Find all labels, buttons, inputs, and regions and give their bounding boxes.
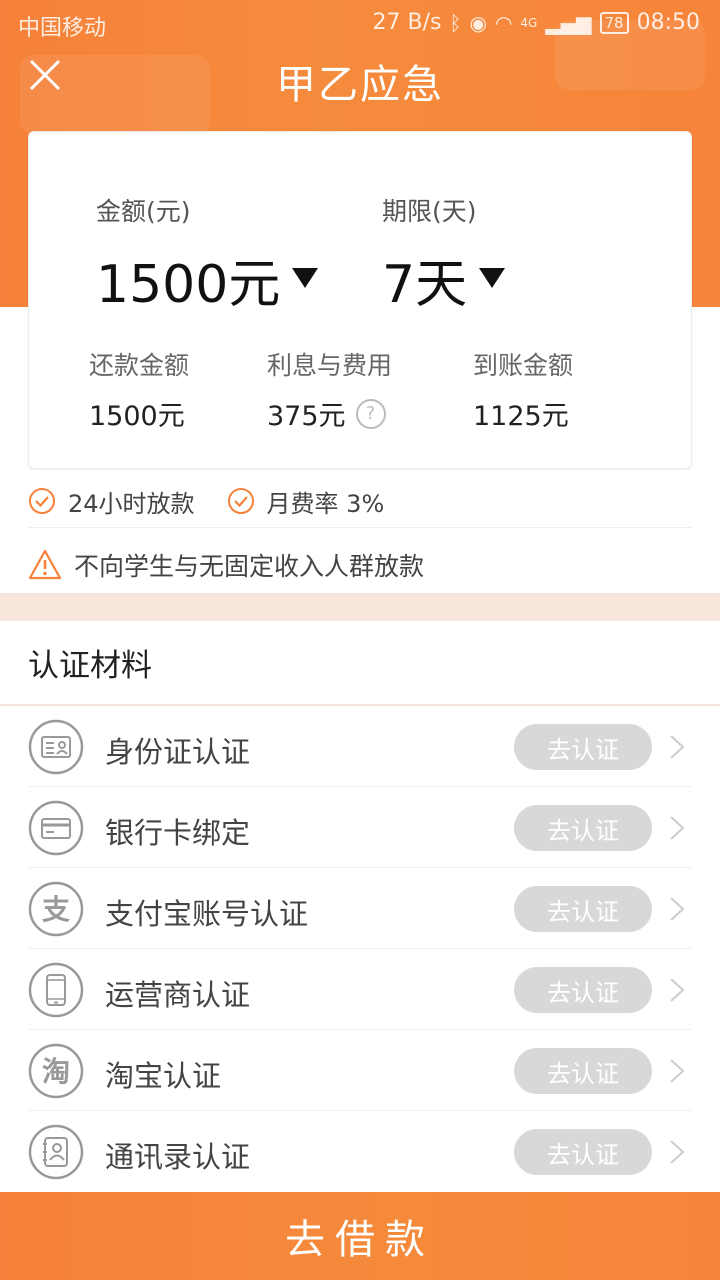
auth-label: 身份证认证 (105, 735, 251, 769)
auth-label: 支付宝账号认证 (105, 897, 309, 931)
check-circle-icon (29, 488, 55, 514)
receive-label: 到账金额 (473, 351, 574, 380)
warning-notice: 不向学生与无固定收入人群放款 (28, 540, 692, 590)
loan-card: 金额(元) 1500元 期限(天) 7天 还款金额 1500元 利息与费用 37… (28, 131, 692, 469)
taobao-glyph: 淘 (42, 1055, 70, 1088)
feature-text: 24小时放款 (68, 489, 195, 518)
auth-label: 运营商认证 (105, 978, 251, 1012)
verify-button[interactable]: 去认证 (514, 1129, 652, 1175)
verify-button[interactable]: 去认证 (514, 1048, 652, 1094)
feature-item: 月费率 3% (227, 484, 385, 519)
feature-list: 24小时放款 月费率 3% (28, 475, 692, 528)
auth-item-contacts[interactable]: 通讯录认证 去认证 (28, 1112, 692, 1192)
fee-label: 利息与费用 (267, 351, 393, 380)
chevron-right-icon[interactable] (668, 1138, 686, 1166)
bank-card-icon (28, 800, 84, 856)
section-divider (0, 593, 720, 621)
feature-item: 24小时放款 (28, 484, 195, 519)
verify-button[interactable]: 去认证 (514, 805, 652, 851)
auth-item-carrier[interactable]: 运营商认证 去认证 (28, 950, 692, 1030)
chevron-right-icon[interactable] (668, 1057, 686, 1085)
carrier-name: 中国移动 (18, 16, 107, 41)
warning-text: 不向学生与无固定收入人群放款 (74, 552, 425, 581)
auth-label: 银行卡绑定 (105, 816, 251, 850)
amount-selector[interactable]: 金额(元) 1500元 (96, 192, 319, 317)
warning-icon (28, 549, 62, 580)
repay-amount: 还款金额 1500元 (89, 346, 189, 433)
taobao-icon: 淘 (28, 1043, 84, 1099)
verify-button[interactable]: 去认证 (514, 886, 652, 932)
receive-value: 1125元 (473, 401, 569, 432)
interest-fee: 利息与费用 375元 ? (267, 346, 392, 433)
page-title: 甲乙应急 (276, 62, 444, 108)
auth-label: 通讯录认证 (105, 1140, 251, 1174)
term-label: 期限(天) (382, 197, 477, 226)
signal-icon: ▂▄▆ (545, 10, 592, 35)
alipay-icon: 支 (28, 881, 84, 937)
auth-item-taobao[interactable]: 淘 淘宝认证 去认证 (28, 1031, 692, 1111)
clock: 08:50 (636, 10, 700, 35)
auth-item-bank-card[interactable]: 银行卡绑定 去认证 (28, 788, 692, 868)
status-bar: 中国移动 27 B/s ᛒ ◉ ◠ 4G ▂▄▆ 78 08:50 (0, 0, 720, 50)
amount-value: 1500元 (96, 255, 281, 315)
phone-icon (28, 962, 84, 1018)
section-line (0, 704, 720, 706)
fee-value: 375元 (267, 401, 346, 432)
auth-item-id-card[interactable]: 身份证认证 去认证 (28, 707, 692, 787)
alipay-glyph: 支 (42, 893, 70, 926)
help-icon[interactable]: ? (355, 398, 386, 429)
amount-label: 金额(元) (96, 197, 191, 226)
bluetooth-icon: ᛒ (449, 10, 462, 35)
repay-label: 还款金额 (89, 351, 190, 380)
chevron-right-icon[interactable] (668, 814, 686, 842)
repay-value: 1500元 (89, 401, 185, 432)
network-speed: 27 B/s (372, 10, 442, 35)
id-card-icon (28, 719, 84, 775)
network-type: 4G (520, 15, 538, 30)
chevron-right-icon[interactable] (668, 733, 686, 761)
contacts-icon (28, 1124, 84, 1180)
borrow-button[interactable]: 去借款 (0, 1192, 720, 1280)
verify-button[interactable]: 去认证 (514, 724, 652, 770)
section-title: 认证材料 (28, 648, 152, 684)
feature-text: 月费率 3% (266, 489, 385, 518)
auth-item-alipay[interactable]: 支 支付宝账号认证 去认证 (28, 869, 692, 949)
dropdown-arrow-icon[interactable] (479, 267, 506, 288)
dropdown-arrow-icon[interactable] (292, 267, 319, 288)
chevron-right-icon[interactable] (668, 895, 686, 923)
term-selector[interactable]: 期限(天) 7天 (382, 192, 506, 317)
wifi-icon: ◠ (494, 10, 513, 35)
auth-label: 淘宝认证 (105, 1059, 222, 1093)
term-value: 7天 (382, 255, 468, 315)
chevron-right-icon[interactable] (668, 976, 686, 1004)
check-circle-icon (227, 488, 254, 514)
nav-bar: 甲乙应急 (0, 50, 720, 110)
verify-button[interactable]: 去认证 (514, 967, 652, 1013)
battery-icon: 78 (599, 11, 629, 34)
eye-icon: ◉ (469, 10, 487, 35)
received-amount: 到账金额 1125元 (473, 346, 573, 433)
